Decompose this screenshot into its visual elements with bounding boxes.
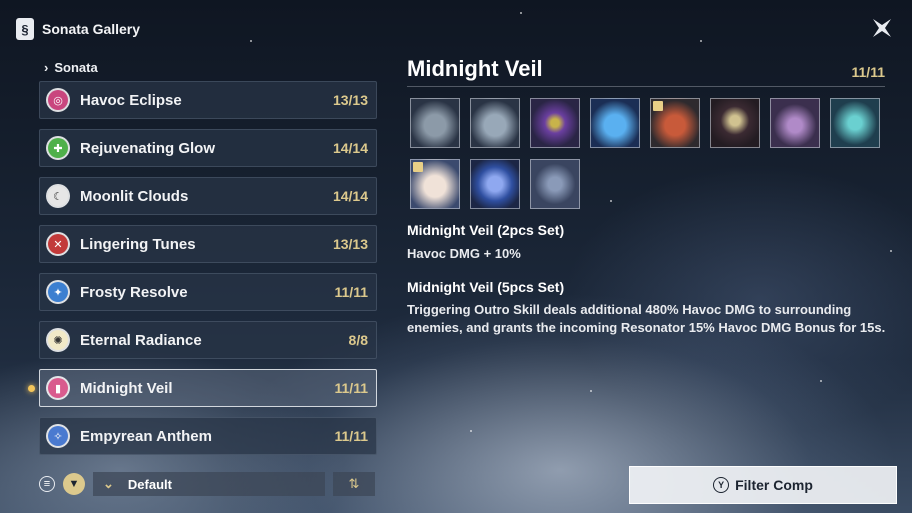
echo-card[interactable] [650,98,700,148]
echo-badge-icon [413,162,423,172]
sonata-item-moonlit-clouds[interactable]: ☾ Moonlit Clouds 14/14 [39,177,377,215]
frosty-resolve-icon: ✦ [48,282,68,302]
detail-count: 11/11 [851,64,886,80]
sonata-count: 11/11 [334,284,369,300]
sonata-name: Empyrean Anthem [80,427,212,445]
sort-order-icon: ⇅ [348,476,360,491]
sort-order-button[interactable]: ⇅ [333,472,375,496]
lingering-tunes-icon: ✕ [48,234,68,254]
sonata-name: Eternal Radiance [80,331,202,349]
eternal-radiance-icon: ✺ [48,330,68,350]
window-title: Sonata Gallery [42,21,141,37]
sonata-count: 14/14 [332,188,368,204]
sonata-item-midnight-veil[interactable]: ▮ Midnight Veil 11/11 [28,369,377,407]
chevron-right-icon: › [44,60,49,75]
echo-badge-icon [653,101,663,111]
close-button[interactable] [868,14,896,42]
breadcrumb[interactable]: › Sonata [44,60,98,75]
sonata-name: Lingering Tunes [80,235,196,253]
top-bar: § Sonata Gallery [16,18,140,40]
sort-value: Default [127,476,172,492]
bonus-5pc-desc: Triggering Outro Skill deals additional … [407,302,886,335]
sonata-count: 13/13 [332,236,368,252]
sonata-item-havoc-eclipse[interactable]: ◎ Havoc Eclipse 13/13 [39,81,377,119]
chevron-down-icon: ⌄ [103,476,114,491]
empyrean-anthem-icon: ✧ [48,426,68,446]
sonata-item-frosty-resolve[interactable]: ✦ Frosty Resolve 11/11 [39,273,377,311]
bonus-5pc-title: Midnight Veil (5pcs Set) [407,279,565,295]
havoc-eclipse-icon: ◎ [48,90,68,110]
sonata-item-eternal-radiance[interactable]: ✺ Eternal Radiance 8/8 [39,321,377,359]
bottom-controls: ≡ ▼ ⌄ Default ⇅ [39,472,375,496]
filter-comp-label: Filter Comp [735,477,813,493]
sonata-item-empyrean-anthem[interactable]: ✧ Empyrean Anthem 11/11 [39,417,377,455]
sonata-list: ◎ Havoc Eclipse 13/13 ✚ Rejuvenating Glo… [28,81,377,465]
filter-comp-button[interactable]: Y Filter Comp [629,466,897,504]
echo-card[interactable] [710,98,760,148]
echo-card[interactable] [770,98,820,148]
sonata-count: 11/11 [334,428,369,444]
rejuvenating-glow-icon: ✚ [48,138,68,158]
sonata-name: Midnight Veil [80,379,173,397]
sonata-count: 8/8 [348,332,368,348]
echo-card[interactable] [470,159,520,209]
bonus-2pc-title: Midnight Veil (2pcs Set) [407,222,565,238]
y-key-icon: Y [713,477,730,493]
menu-icon: ≡ [43,478,51,490]
bonus-2pc-desc: Havoc DMG + 10% [407,246,521,261]
breadcrumb-label: Sonata [54,60,98,75]
midnight-veil-icon: ▮ [48,378,68,398]
sonata-name: Moonlit Clouds [80,187,189,205]
filter-icon: ▼ [68,478,80,490]
echo-grid [410,98,890,209]
sonata-count: 14/14 [332,140,368,156]
echo-card[interactable] [530,159,580,209]
echo-card[interactable] [830,98,880,148]
echo-card[interactable] [470,98,520,148]
sonata-count: 13/13 [332,92,368,108]
sonata-name: Havoc Eclipse [80,91,182,109]
sort-select[interactable]: ⌄ Default [93,472,325,496]
selected-indicator [28,385,35,392]
echo-card[interactable] [530,98,580,148]
sonata-gallery-icon: § [16,18,34,40]
close-icon [873,19,891,37]
menu-button[interactable]: ≡ [39,476,55,492]
sonata-name: Rejuvenating Glow [80,139,216,157]
sonata-name: Frosty Resolve [80,283,188,301]
echo-card[interactable] [410,159,460,209]
detail-title: Midnight Veil [407,56,543,81]
moonlit-clouds-icon: ☾ [48,186,68,206]
sonata-item-rejuvenating-glow[interactable]: ✚ Rejuvenating Glow 14/14 [39,129,377,167]
sonata-count: 11/11 [334,380,369,396]
echo-card[interactable] [590,98,640,148]
echo-card[interactable] [410,98,460,148]
divider [407,86,885,87]
filter-button[interactable]: ▼ [63,473,85,495]
sonata-item-lingering-tunes[interactable]: ✕ Lingering Tunes 13/13 [39,225,377,263]
